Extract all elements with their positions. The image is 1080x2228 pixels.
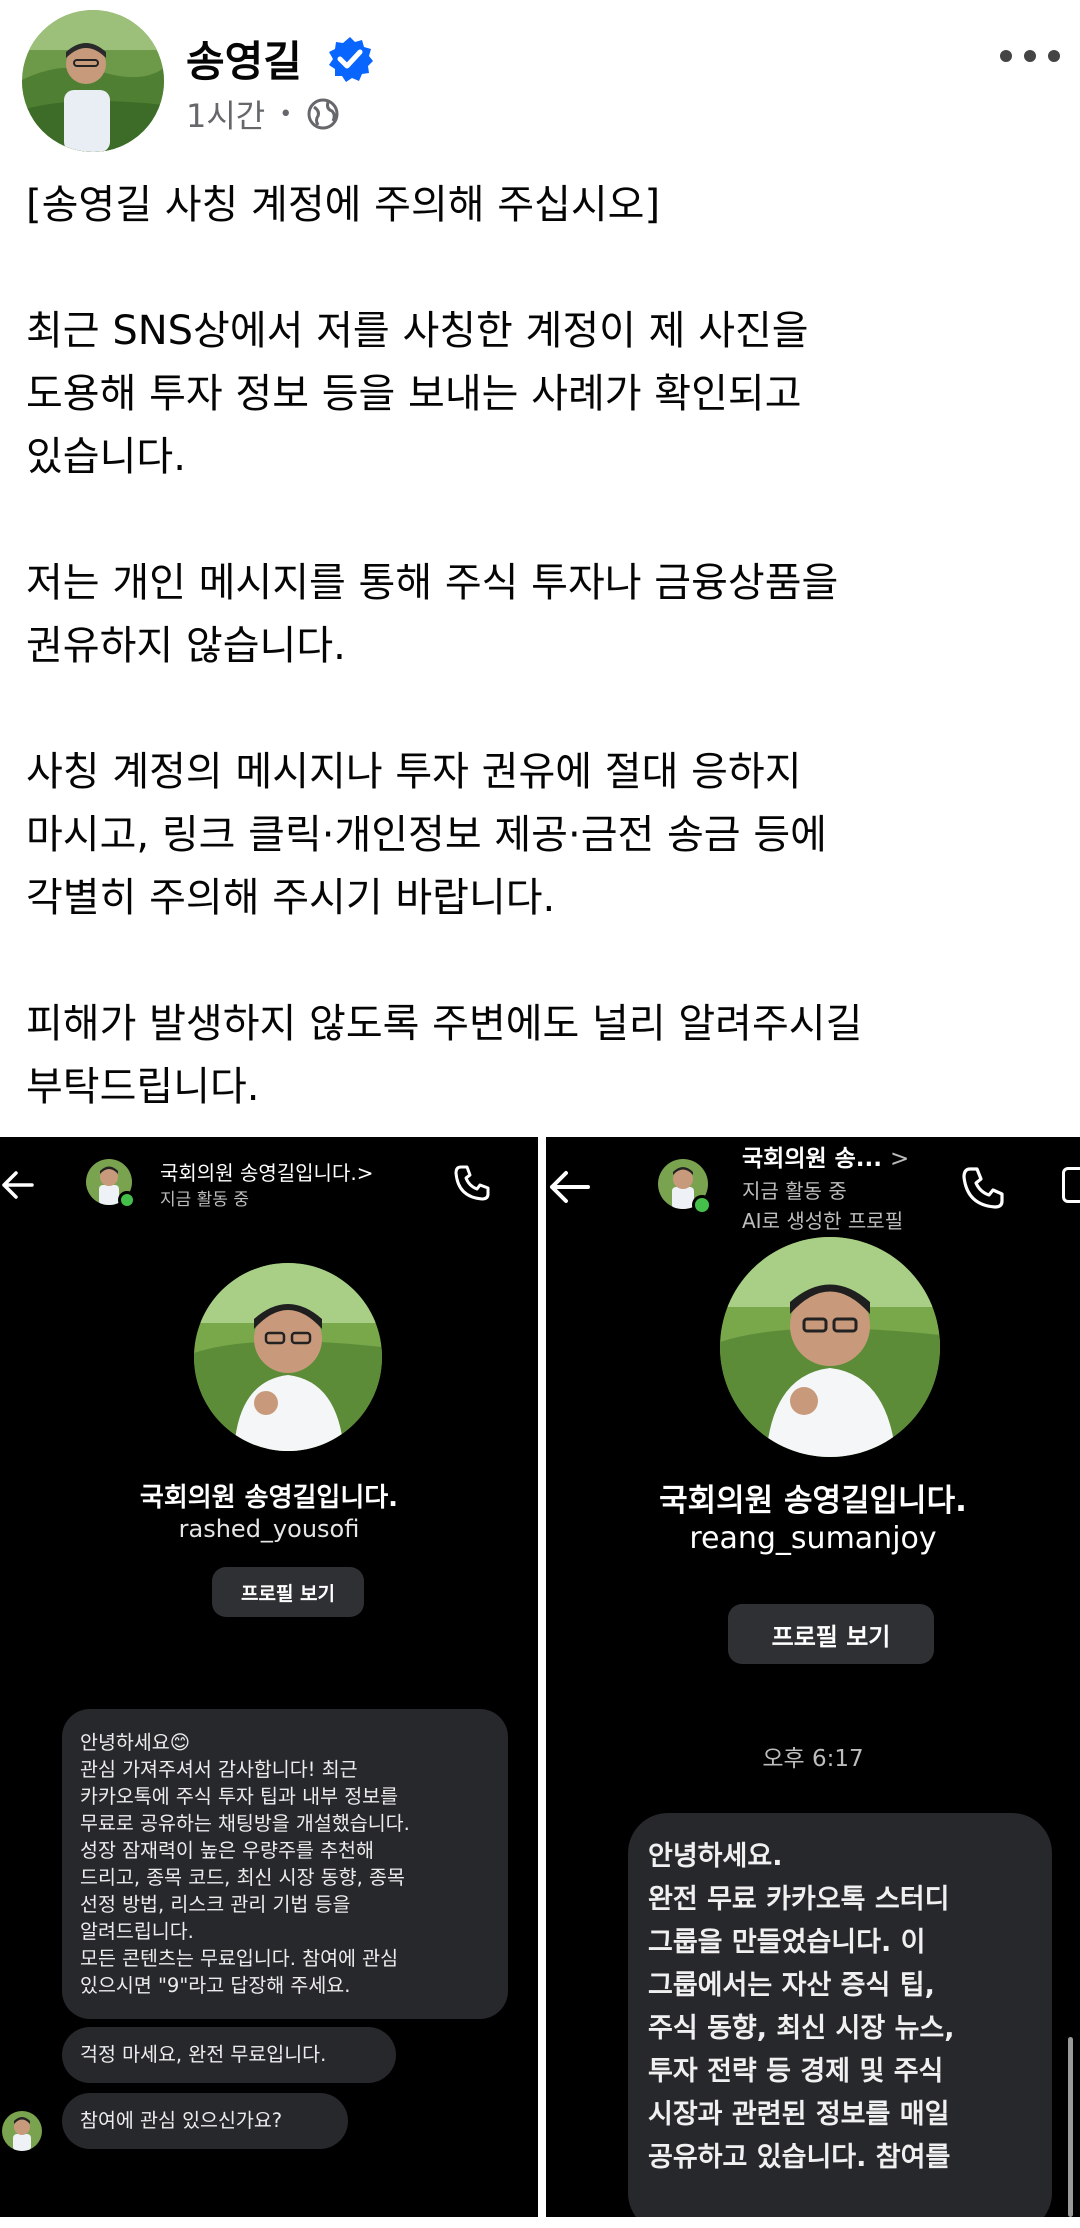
post-meta: 1시간 • — [186, 92, 340, 136]
post-paragraph-4: 피해가 발생하지 않도록 주변에도 널리 알려주시길 부탁드립니다. — [26, 1001, 863, 1110]
back-arrow-icon — [2, 1171, 34, 1199]
message-bubble-1: 안녕하세요. 완전 무료 카카오톡 스터디 그룹을 만들었습니다. 이 그룹에서… — [628, 1813, 1052, 2217]
profile-handle: reang_sumanjoy — [689, 1521, 937, 1556]
post-time[interactable]: 1시간 — [186, 91, 265, 137]
chat-header-status: 지금 활동 중 — [160, 1190, 250, 1210]
meta-separator: • — [279, 101, 293, 127]
more-options-icon[interactable] — [1000, 44, 1060, 68]
view-profile-button[interactable]: 프로필 보기 — [728, 1604, 934, 1664]
message-bubble-1: 안녕하세요😊 관심 가져주셔서 감사합니다! 최근 카카오톡에 주식 투자 팁과… — [62, 1709, 508, 2019]
profile-name: 국회의원 송영길입니다. — [659, 1483, 967, 1519]
screenshot-left[interactable]: 국회의원 송영길입니다.> 지금 활동 중 국회의원 송영길입니다. rashe… — [0, 1137, 538, 2217]
chevron-right-icon: > — [356, 1161, 374, 1185]
chevron-right-icon: > — [890, 1146, 910, 1172]
profile-handle: rashed_yousofi — [178, 1515, 360, 1543]
chat-header-name[interactable]: 국회의원 송영길입니다.> — [160, 1157, 373, 1186]
chat-header-status: 지금 활동 중 — [742, 1179, 847, 1203]
phone-icon[interactable] — [960, 1165, 1006, 1211]
video-call-icon[interactable] — [1062, 1167, 1080, 1203]
screenshot-right[interactable]: 국회의원 송... > 지금 활동 중 AI로 생성한 프로필 국회의원 송영길… — [546, 1137, 1080, 2217]
message-timestamp: 오후 6:17 — [762, 1746, 864, 1772]
profile-photo[interactable] — [194, 1263, 382, 1451]
scrollbar-thumb[interactable] — [1068, 2037, 1073, 2217]
ai-profile-label: AI로 생성한 프로필 — [742, 1209, 904, 1233]
post-paragraph-3: 사칭 계정의 메시지나 투자 권유에 절대 응하지 마시고, 링크 클릭·개인정… — [26, 749, 827, 921]
sender-avatar — [2, 2111, 42, 2151]
chat-header-name[interactable]: 국회의원 송... > — [742, 1139, 909, 1173]
globe-icon[interactable] — [306, 97, 340, 131]
view-profile-button[interactable]: 프로필 보기 — [212, 1567, 364, 1617]
message-bubble-3: 참여에 관심 있으신가요? — [62, 2093, 348, 2149]
screenshot-divider — [538, 1137, 546, 2217]
post-paragraph-1: 최근 SNS상에서 저를 사칭한 계정이 제 사진을 도용해 투자 정보 등을 … — [26, 308, 809, 480]
post-header: 송영길 1시간 • — [0, 0, 1080, 160]
post-paragraph-2: 저는 개인 메시지를 통해 주식 투자나 금융상품을 권유하지 않습니다. — [26, 560, 839, 669]
profile-photo[interactable] — [720, 1237, 940, 1457]
author-avatar[interactable] — [22, 10, 164, 152]
verified-badge-icon — [329, 37, 373, 82]
online-indicator — [118, 1191, 136, 1209]
online-indicator — [692, 1195, 712, 1215]
profile-name: 국회의원 송영길입니다. — [139, 1483, 399, 1513]
back-arrow-icon — [550, 1171, 590, 1203]
message-bubble-2: 걱정 마세요, 완전 무료입니다. — [62, 2027, 396, 2083]
phone-icon[interactable] — [452, 1163, 492, 1203]
post-title: [송영길 사칭 계정에 주의해 주십시오] — [26, 182, 661, 228]
author-name[interactable]: 송영길 — [186, 28, 302, 89]
